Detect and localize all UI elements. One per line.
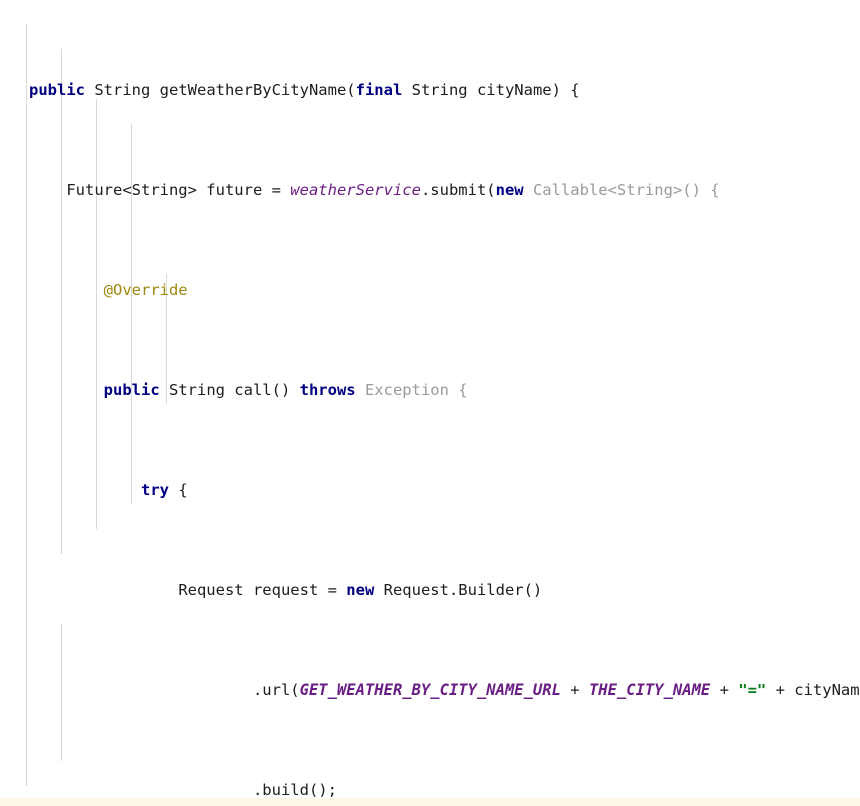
- token-field: weatherService: [290, 181, 421, 199]
- code-line: .url(GET_WEATHER_BY_CITY_NAME_URL + THE_…: [1, 678, 860, 703]
- token-type: Request.Builder(): [374, 581, 543, 599]
- token-variable: cityName): [794, 681, 860, 699]
- token-call: .submit(: [420, 181, 496, 199]
- token-string: "=": [738, 681, 767, 699]
- token-call: .build();: [252, 781, 337, 799]
- token-keyword: public: [29, 81, 85, 99]
- token-operator: +: [560, 681, 589, 699]
- token-decl: Request request =: [178, 581, 347, 599]
- token-param: String cityName) {: [402, 81, 580, 99]
- token-keyword: throws: [299, 381, 356, 399]
- token-operator: +: [766, 681, 795, 699]
- code-line: try {: [1, 478, 860, 503]
- editor-bottom-strip: [0, 798, 860, 806]
- code-line: public String getWeatherByCityName(final…: [1, 78, 860, 103]
- token-keyword: public: [103, 381, 160, 399]
- token-brace: {: [168, 481, 188, 499]
- token-method-name: getWeatherByCityName(: [159, 81, 356, 99]
- token-call: .url(: [252, 681, 300, 699]
- source-code[interactable]: public String getWeatherByCityName(final…: [0, 3, 860, 806]
- code-editor-pane[interactable]: public String getWeatherByCityName(final…: [0, 0, 860, 806]
- code-line: @Override: [1, 278, 860, 303]
- token-type: Future<String> future =: [66, 181, 291, 199]
- code-line: Request request = new Request.Builder(): [1, 578, 860, 603]
- token-keyword: new: [495, 181, 524, 199]
- token-exception-dimmed: Exception {: [355, 381, 468, 399]
- code-line: Future<String> future = weatherService.s…: [1, 178, 860, 203]
- code-line: public String call() throws Exception {: [1, 378, 860, 403]
- token-type: String: [85, 81, 160, 99]
- token-keyword: try: [140, 481, 169, 499]
- token-keyword: final: [355, 81, 403, 99]
- token-operator: +: [710, 681, 739, 699]
- token-signature: String call(): [159, 381, 300, 399]
- token-constant: GET_WEATHER_BY_CITY_NAME_URL: [299, 681, 561, 699]
- token-annotation: @Override: [103, 281, 188, 299]
- token-keyword: new: [346, 581, 375, 599]
- token-constant: THE_CITY_NAME: [588, 681, 711, 699]
- token-type-dimmed: Callable<String>() {: [523, 181, 720, 199]
